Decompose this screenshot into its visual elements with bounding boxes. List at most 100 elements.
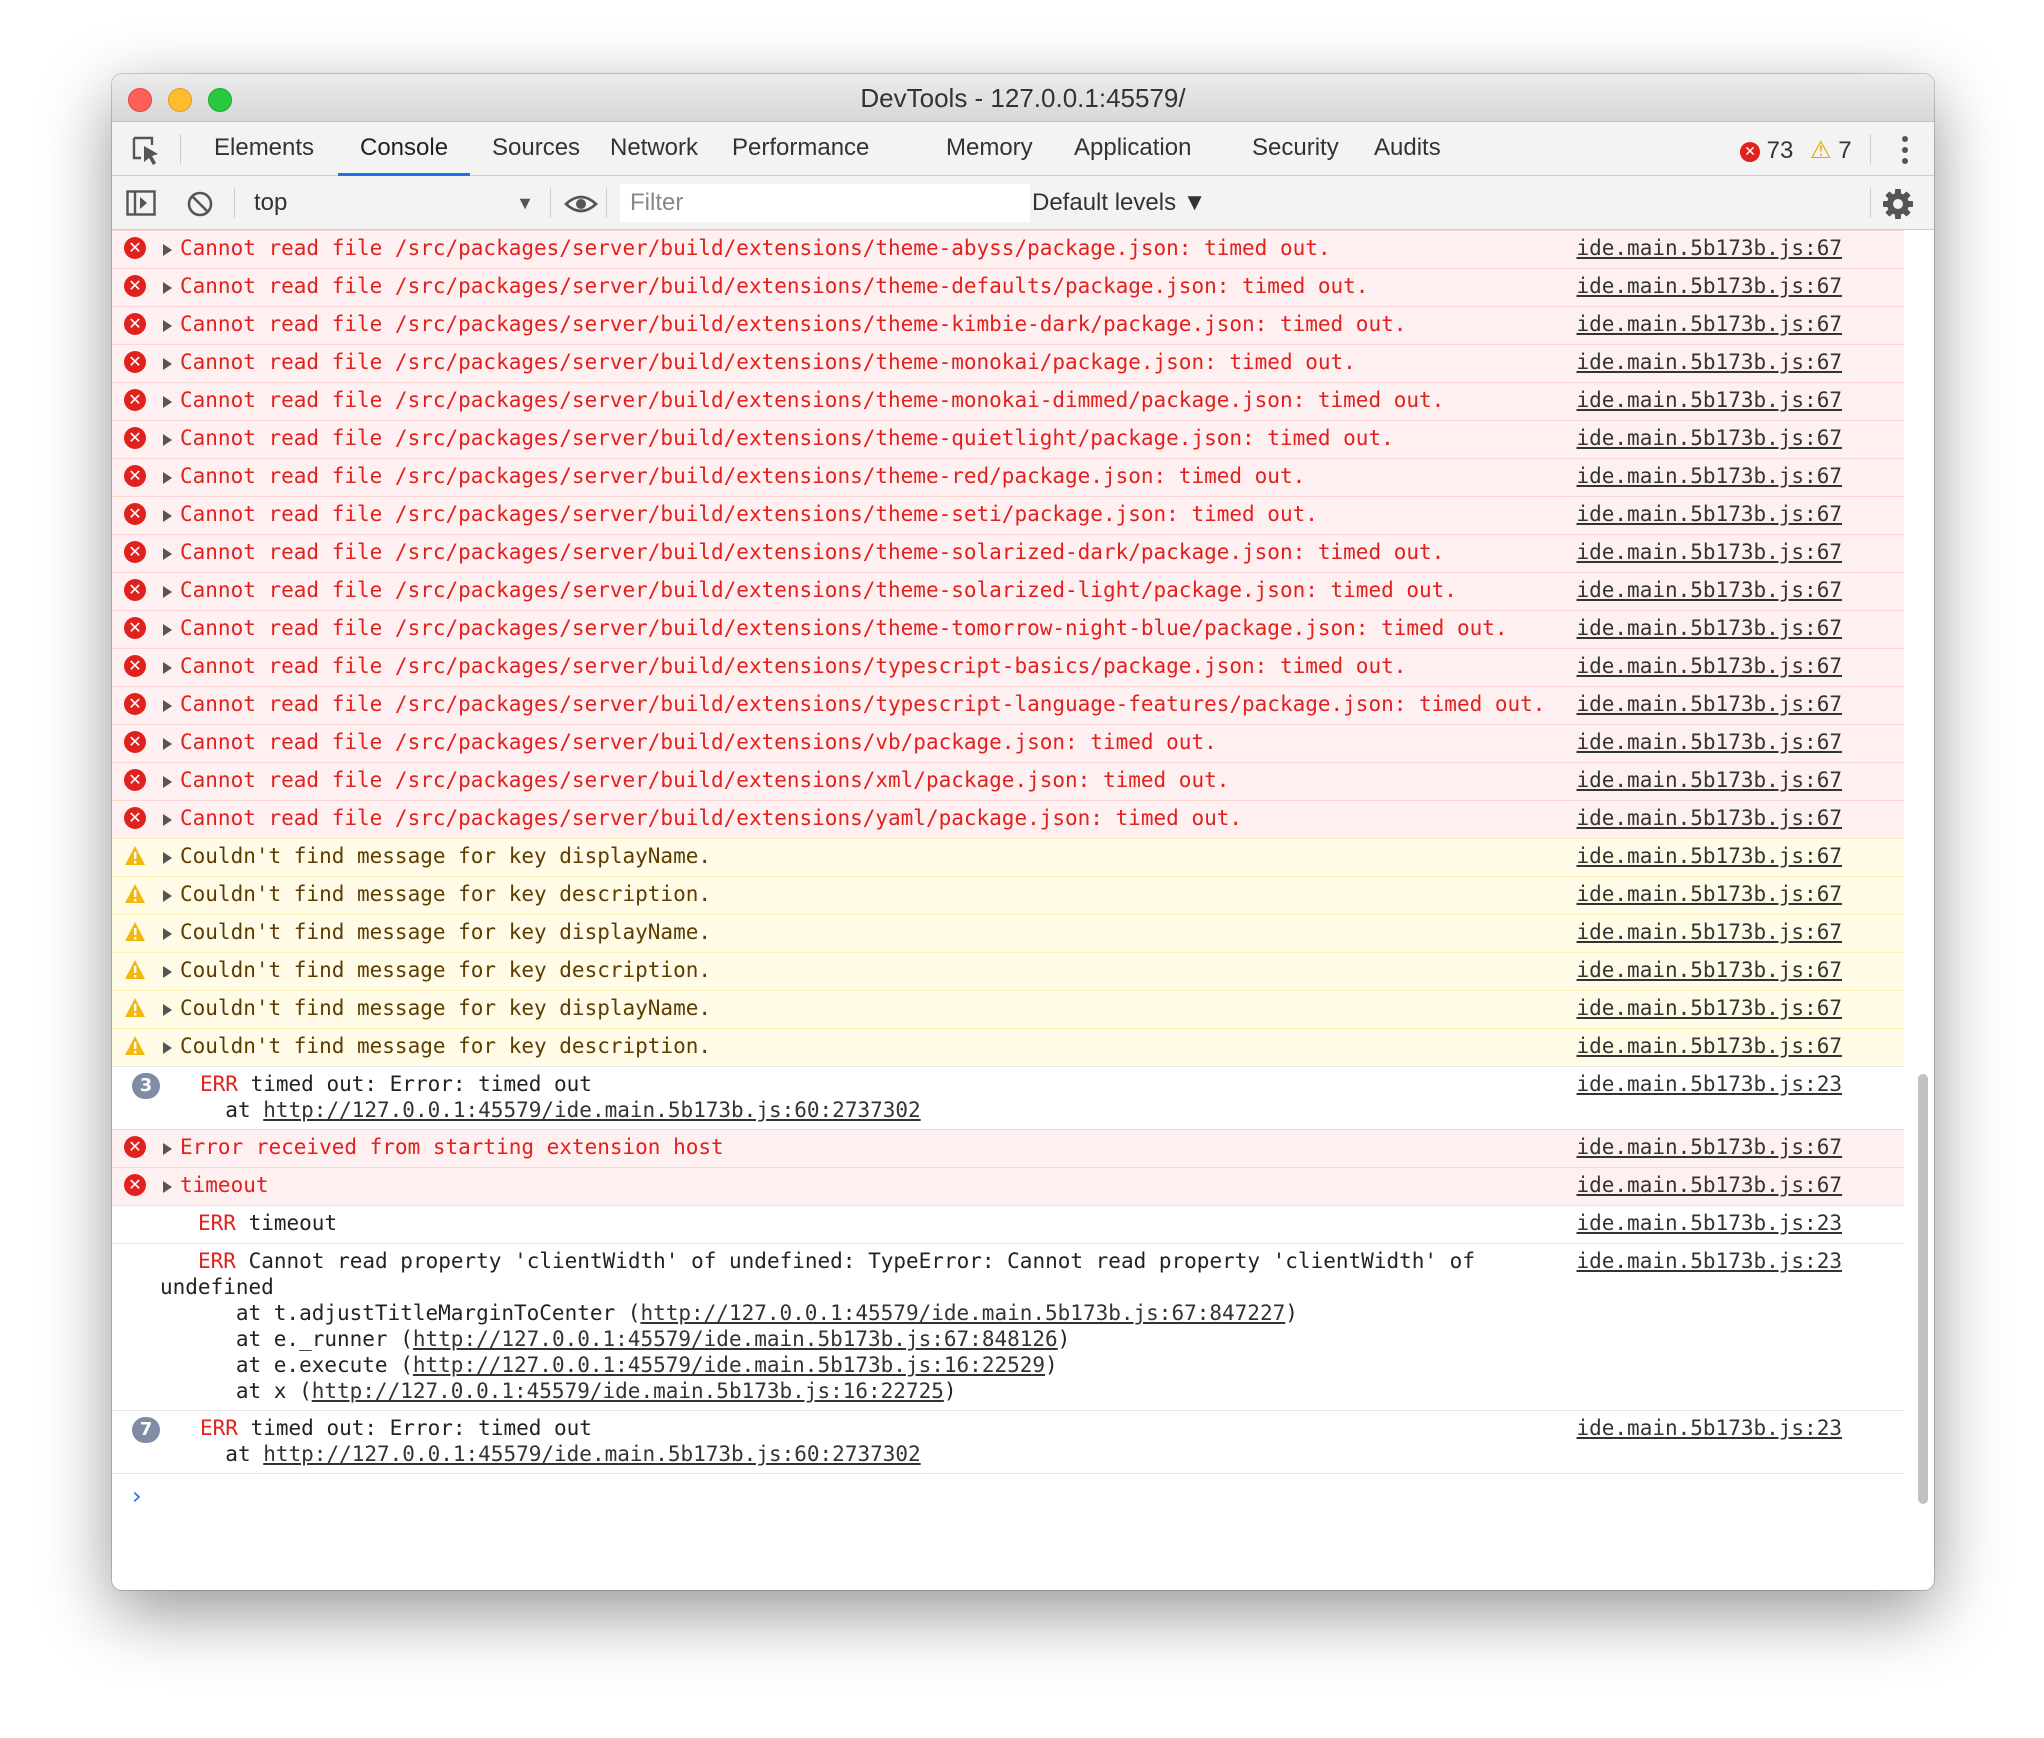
expand-triangle-icon[interactable]	[163, 434, 172, 446]
eye-icon[interactable]	[552, 190, 610, 218]
scrollbar[interactable]	[1918, 1074, 1928, 1504]
expand-triangle-icon[interactable]	[163, 890, 172, 902]
source-link[interactable]: ide.main.5b173b.js:23	[1576, 1415, 1842, 1441]
console-prompt[interactable]: ›	[112, 1473, 1904, 1510]
expand-triangle-icon[interactable]	[163, 814, 172, 826]
tab-application[interactable]: Application	[1052, 122, 1213, 176]
source-link[interactable]: ide.main.5b173b.js:23	[1576, 1071, 1842, 1097]
source-link[interactable]: ide.main.5b173b.js:23	[1576, 1210, 1842, 1236]
console-error-row[interactable]: ✕ Cannot read file /src/packages/server/b…	[112, 762, 1904, 800]
console-error-row[interactable]: ✕ Cannot read file /src/packages/server/b…	[112, 230, 1904, 268]
expand-triangle-icon[interactable]	[163, 662, 172, 674]
source-link[interactable]: ide.main.5b173b.js:67	[1576, 311, 1842, 337]
context-selector[interactable]: top ▼	[254, 186, 534, 220]
stack-link[interactable]: http://127.0.0.1:45579/ide.main.5b173b.j…	[413, 1327, 1058, 1351]
stack-link[interactable]: http://127.0.0.1:45579/ide.main.5b173b.j…	[312, 1379, 944, 1403]
tab-security[interactable]: Security	[1230, 122, 1361, 176]
console-warning-row[interactable]: Couldn't find message for key displayNam…	[112, 914, 1904, 952]
source-link[interactable]: ide.main.5b173b.js:67	[1576, 805, 1842, 831]
gear-icon[interactable]	[1882, 188, 1914, 220]
expand-triangle-icon[interactable]	[163, 966, 172, 978]
console-error-row[interactable]: ✕ Cannot read file /src/packages/server/b…	[112, 534, 1904, 572]
expand-triangle-icon[interactable]	[163, 928, 172, 940]
console-error-row[interactable]: ✕ Error received from starting extension …	[112, 1129, 1904, 1167]
source-link[interactable]: ide.main.5b173b.js:67	[1576, 957, 1842, 983]
stack-link[interactable]: http://127.0.0.1:45579/ide.main.5b173b.j…	[263, 1442, 920, 1466]
expand-triangle-icon[interactable]	[163, 244, 172, 256]
source-link[interactable]: ide.main.5b173b.js:67	[1576, 539, 1842, 565]
clear-console-icon[interactable]	[186, 190, 214, 218]
source-link[interactable]: ide.main.5b173b.js:23	[1576, 1248, 1842, 1274]
stack-link[interactable]: http://127.0.0.1:45579/ide.main.5b173b.j…	[640, 1301, 1285, 1325]
expand-triangle-icon[interactable]	[163, 510, 172, 522]
sidebar-toggle-icon[interactable]	[126, 190, 156, 216]
stack-link[interactable]: http://127.0.0.1:45579/ide.main.5b173b.j…	[413, 1353, 1045, 1377]
source-link[interactable]: ide.main.5b173b.js:67	[1576, 349, 1842, 375]
console-message-row[interactable]: 3 ERR timed out: Error: timed out at http…	[112, 1066, 1904, 1129]
tab-console[interactable]: Console	[338, 122, 471, 176]
source-link[interactable]: ide.main.5b173b.js:67	[1576, 387, 1842, 413]
expand-triangle-icon[interactable]	[163, 282, 172, 294]
source-link[interactable]: ide.main.5b173b.js:67	[1576, 273, 1842, 299]
expand-triangle-icon[interactable]	[163, 586, 172, 598]
expand-triangle-icon[interactable]	[163, 852, 172, 864]
source-link[interactable]: ide.main.5b173b.js:67	[1576, 1033, 1842, 1059]
source-link[interactable]: ide.main.5b173b.js:67	[1576, 1172, 1842, 1198]
kebab-icon[interactable]	[1902, 136, 1910, 164]
console-error-row[interactable]: ✕ Cannot read file /src/packages/server/b…	[112, 800, 1904, 838]
console-error-row[interactable]: ✕ Cannot read file /src/packages/server/b…	[112, 344, 1904, 382]
stack-link[interactable]: http://127.0.0.1:45579/ide.main.5b173b.j…	[263, 1098, 920, 1122]
expand-triangle-icon[interactable]	[163, 548, 172, 560]
source-link[interactable]: ide.main.5b173b.js:67	[1576, 615, 1842, 641]
tab-audits[interactable]: Audits	[1352, 122, 1463, 176]
console-error-row[interactable]: ✕ Cannot read file /src/packages/server/b…	[112, 420, 1904, 458]
console-message-row[interactable]: ERR Cannot read property 'clientWidth' o…	[112, 1243, 1904, 1410]
source-link[interactable]: ide.main.5b173b.js:67	[1576, 995, 1842, 1021]
issue-counts[interactable]: ✕ 73 ⚠ 7	[1740, 136, 1852, 165]
console-message-row[interactable]: 7 ERR timed out: Error: timed out at http…	[112, 1410, 1904, 1473]
log-levels-dropdown[interactable]: Default levels ▼	[1032, 186, 1207, 220]
expand-triangle-icon[interactable]	[163, 776, 172, 788]
console-warning-row[interactable]: Couldn't find message for key displayNam…	[112, 838, 1904, 876]
console-error-row[interactable]: ✕ Cannot read file /src/packages/server/b…	[112, 724, 1904, 762]
console-warning-row[interactable]: Couldn't find message for key displayNam…	[112, 990, 1904, 1028]
filter-input[interactable]	[620, 184, 1030, 222]
expand-triangle-icon[interactable]	[163, 396, 172, 408]
source-link[interactable]: ide.main.5b173b.js:67	[1576, 653, 1842, 679]
expand-triangle-icon[interactable]	[163, 738, 172, 750]
tab-elements[interactable]: Elements	[192, 122, 336, 176]
source-link[interactable]: ide.main.5b173b.js:67	[1576, 463, 1842, 489]
source-link[interactable]: ide.main.5b173b.js:67	[1576, 577, 1842, 603]
tab-network[interactable]: Network	[588, 122, 720, 176]
tab-performance[interactable]: Performance	[710, 122, 891, 176]
console-error-row[interactable]: ✕ Cannot read file /src/packages/server/b…	[112, 610, 1904, 648]
source-link[interactable]: ide.main.5b173b.js:67	[1576, 767, 1842, 793]
source-link[interactable]: ide.main.5b173b.js:67	[1576, 235, 1842, 261]
console-error-row[interactable]: ✕ Cannot read file /src/packages/server/b…	[112, 686, 1904, 724]
source-link[interactable]: ide.main.5b173b.js:67	[1576, 691, 1842, 717]
expand-triangle-icon[interactable]	[163, 358, 172, 370]
console-message-row[interactable]: ERR timeout ide.main.5b173b.js:23	[112, 1205, 1904, 1243]
tab-sources[interactable]: Sources	[470, 122, 602, 176]
console-error-row[interactable]: ✕ Cannot read file /src/packages/server/b…	[112, 306, 1904, 344]
source-link[interactable]: ide.main.5b173b.js:67	[1576, 1134, 1842, 1160]
console-error-row[interactable]: ✕ Cannot read file /src/packages/server/b…	[112, 268, 1904, 306]
console-error-row[interactable]: ✕ Cannot read file /src/packages/server/b…	[112, 648, 1904, 686]
expand-triangle-icon[interactable]	[163, 1004, 172, 1016]
expand-triangle-icon[interactable]	[163, 1042, 172, 1054]
console-warning-row[interactable]: Couldn't find message for key descriptio…	[112, 876, 1904, 914]
source-link[interactable]: ide.main.5b173b.js:67	[1576, 729, 1842, 755]
source-link[interactable]: ide.main.5b173b.js:67	[1576, 843, 1842, 869]
expand-triangle-icon[interactable]	[163, 320, 172, 332]
inspect-icon[interactable]	[128, 132, 164, 168]
console-error-row[interactable]: ✕ Cannot read file /src/packages/server/b…	[112, 382, 1904, 420]
expand-triangle-icon[interactable]	[163, 624, 172, 636]
console-error-row[interactable]: ✕ Cannot read file /src/packages/server/b…	[112, 458, 1904, 496]
console-warning-row[interactable]: Couldn't find message for key descriptio…	[112, 1028, 1904, 1066]
expand-triangle-icon[interactable]	[163, 1181, 172, 1193]
console-error-row[interactable]: ✕ Cannot read file /src/packages/server/b…	[112, 572, 1904, 610]
source-link[interactable]: ide.main.5b173b.js:67	[1576, 425, 1842, 451]
console-error-row[interactable]: ✕ Cannot read file /src/packages/server/b…	[112, 496, 1904, 534]
source-link[interactable]: ide.main.5b173b.js:67	[1576, 881, 1842, 907]
expand-triangle-icon[interactable]	[163, 700, 172, 712]
